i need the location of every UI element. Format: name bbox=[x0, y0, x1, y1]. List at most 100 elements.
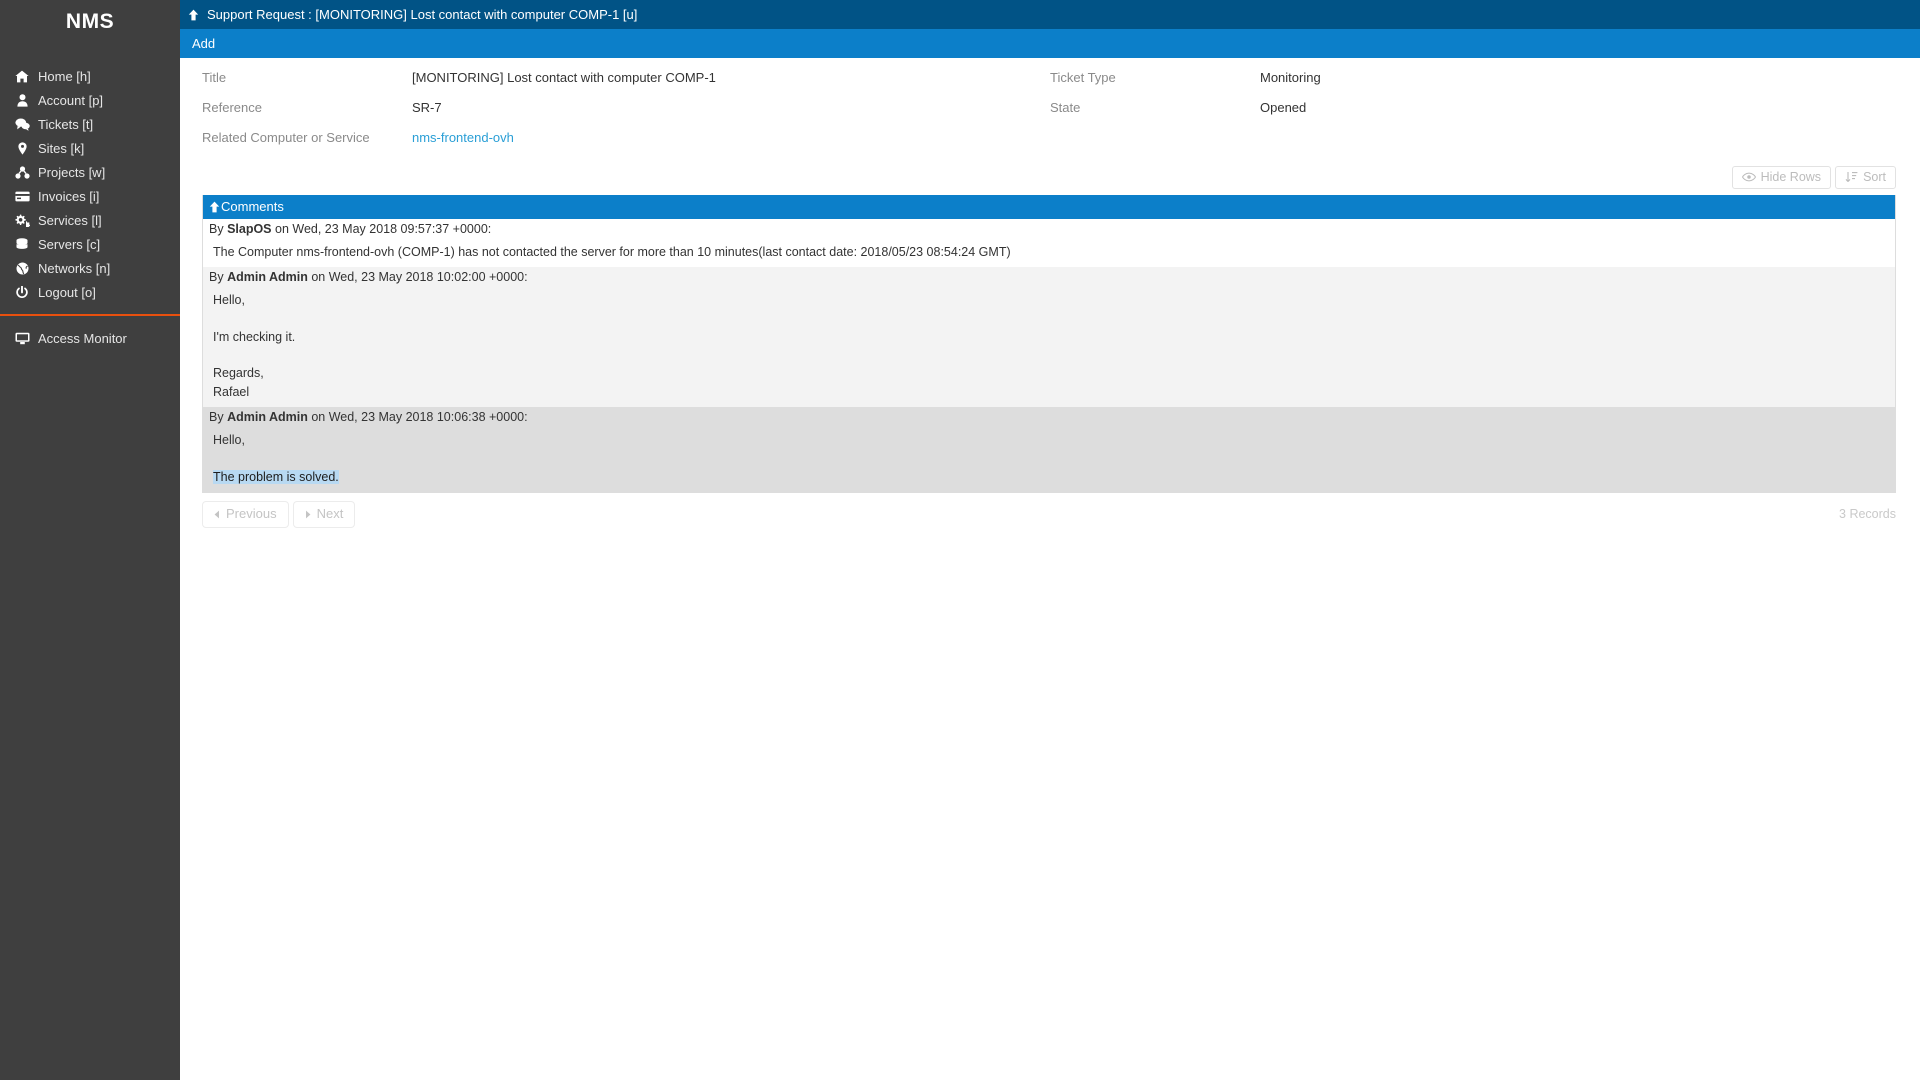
record-count: 3 Records bbox=[1839, 507, 1896, 522]
sort-button[interactable]: Sort bbox=[1835, 166, 1896, 189]
sidebar-item-projects-w[interactable]: Projects [w] bbox=[0, 160, 180, 184]
sidebar-nav-secondary: Access Monitor bbox=[0, 326, 180, 350]
credit-card-icon bbox=[10, 191, 34, 202]
sidebar-item-home-h[interactable]: Home [h] bbox=[0, 64, 180, 88]
action-bar: Add bbox=[180, 29, 1920, 58]
sidebar-item-label: Sites [k] bbox=[38, 140, 85, 156]
next-label: Next bbox=[316, 506, 344, 522]
arrow-up-icon bbox=[188, 9, 199, 21]
sidebar: NMS Home [h] Account [p] Tickets [t] Sites … bbox=[0, 0, 180, 1080]
sidebar-item-label: Networks [n] bbox=[38, 260, 111, 276]
sort-icon bbox=[1845, 171, 1858, 183]
sidebar-item-label: Servers [c] bbox=[38, 236, 101, 252]
comment-date: on Wed, 23 May 2018 10:02:00 +0000: bbox=[307, 269, 528, 284]
monitor-icon bbox=[10, 332, 34, 345]
comments-list: By SlapOS on Wed, 23 May 2018 09:57:37 +… bbox=[203, 218, 1895, 493]
page-title: Support Request : [MONITORING] Lost cont… bbox=[207, 7, 638, 22]
comment-entry: By Admin Admin on Wed, 23 May 2018 10:06… bbox=[203, 407, 1895, 493]
comment-date: on Wed, 23 May 2018 10:06:38 +0000: bbox=[307, 410, 528, 425]
comment-body: Hello, The problem is solved. bbox=[203, 427, 1895, 493]
eye-icon bbox=[1741, 172, 1756, 182]
field-value-link[interactable]: nms-frontend-ovh bbox=[412, 130, 514, 145]
comment-prefix: By bbox=[209, 410, 228, 425]
sidebar-item-label: Account [p] bbox=[38, 92, 104, 108]
field-column-left: Title [MONITORING] Lost contact with comp… bbox=[202, 70, 1050, 160]
caret-right-icon bbox=[305, 510, 311, 519]
database-icon bbox=[10, 237, 34, 251]
field-value: Monitoring bbox=[1260, 70, 1321, 85]
comment-prefix: By bbox=[209, 269, 228, 284]
field-row: Related Computer or Service nms-frontend-… bbox=[202, 130, 1050, 160]
comment-body-text: Hello, I'm checking it. Regards, Rafael bbox=[213, 292, 296, 399]
content-area: Support Request : [MONITORING] Lost cont… bbox=[180, 0, 1920, 1080]
sidebar-item-account-p[interactable]: Account [p] bbox=[0, 88, 180, 112]
sort-label: Sort bbox=[1863, 170, 1886, 184]
comment-meta: By Admin Admin on Wed, 23 May 2018 10:06… bbox=[203, 407, 1895, 428]
comments-icon bbox=[10, 118, 34, 131]
sidebar-item-services-l[interactable]: Services [l] bbox=[0, 208, 180, 232]
sidebar-divider bbox=[0, 314, 180, 316]
cogs-icon bbox=[10, 214, 34, 227]
field-label: Reference bbox=[202, 100, 262, 115]
comment-author: Admin Admin bbox=[227, 269, 308, 284]
sidebar-item-networks-n[interactable]: Networks [n] bbox=[0, 256, 180, 280]
comment-body: Hello, I'm checking it. Regards, Rafael bbox=[203, 286, 1895, 408]
pagination-buttons: Previous Next bbox=[202, 501, 356, 528]
hide-rows-label: Hide Rows bbox=[1760, 170, 1822, 184]
home-icon bbox=[10, 70, 34, 83]
sitemap-icon bbox=[10, 165, 34, 179]
map-marker-icon bbox=[10, 141, 34, 155]
caret-left-icon bbox=[214, 510, 220, 519]
previous-button[interactable]: Previous bbox=[202, 501, 289, 528]
comments-title: Comments bbox=[221, 199, 284, 214]
comment-body-text: The Computer nms-frontend-ovh (COMP-1) h… bbox=[213, 244, 1011, 259]
field-label: State bbox=[1050, 100, 1081, 115]
sidebar-item-label: Home [h] bbox=[38, 68, 91, 84]
comments-panel: Comments By SlapOS on Wed, 23 May 2018 0… bbox=[202, 194, 1896, 494]
field-column-right: Ticket Type Monitoring State Opened bbox=[1050, 70, 1898, 160]
sidebar-item-servers-c[interactable]: Servers [c] bbox=[0, 232, 180, 256]
sidebar-item-label: Logout [o] bbox=[38, 284, 96, 300]
add-button[interactable]: Add bbox=[188, 36, 219, 51]
sidebar-item-label: Invoices [i] bbox=[38, 188, 100, 204]
field-label: Related Computer or Service bbox=[202, 130, 370, 145]
sidebar-item-label: Projects [w] bbox=[38, 164, 106, 180]
sidebar-item-label: Services [l] bbox=[38, 212, 102, 228]
sidebar-item-sites-k[interactable]: Sites [k] bbox=[0, 136, 180, 160]
sidebar-item-label: Access Monitor bbox=[38, 330, 127, 346]
page-header: Support Request : [MONITORING] Lost cont… bbox=[180, 0, 1920, 29]
field-grid: Title [MONITORING] Lost contact with comp… bbox=[180, 58, 1920, 160]
field-value: SR-7 bbox=[412, 100, 442, 115]
comments-header[interactable]: Comments bbox=[203, 194, 1895, 219]
sidebar-nav: Home [h] Account [p] Tickets [t] Sites [k] P… bbox=[0, 64, 180, 304]
previous-label: Previous bbox=[226, 506, 277, 522]
sidebar-item-access-monitor[interactable]: Access Monitor bbox=[0, 326, 180, 350]
app-root: NMS Home [h] Account [p] Tickets [t] Sites … bbox=[0, 0, 1920, 1080]
globe-icon bbox=[10, 262, 34, 275]
comment-prefix: By bbox=[209, 221, 228, 236]
comment-author: SlapOS bbox=[227, 221, 272, 236]
comment-date: on Wed, 23 May 2018 09:57:37 +0000: bbox=[271, 221, 492, 236]
sidebar-item-tickets-t[interactable]: Tickets [t] bbox=[0, 112, 180, 136]
field-label: Title bbox=[202, 70, 227, 85]
brand-title: NMS bbox=[65, 10, 115, 33]
hide-rows-button[interactable]: Hide Rows bbox=[1731, 166, 1832, 189]
comment-meta: By Admin Admin on Wed, 23 May 2018 10:02… bbox=[203, 266, 1895, 287]
list-toolbar: Hide Rows Sort bbox=[180, 160, 1920, 195]
field-value: [MONITORING] Lost contact with computer … bbox=[412, 70, 716, 85]
comment-body-selected-text: The problem is solved. bbox=[213, 469, 339, 484]
field-row: Reference SR-7 bbox=[202, 100, 1050, 130]
power-off-icon bbox=[10, 285, 34, 299]
comment-body: The Computer nms-frontend-ovh (COMP-1) h… bbox=[203, 239, 1895, 267]
comment-entry: By SlapOS on Wed, 23 May 2018 09:57:37 +… bbox=[203, 218, 1895, 267]
field-value: Opened bbox=[1260, 100, 1307, 115]
arrow-up-icon bbox=[209, 201, 220, 213]
next-button[interactable]: Next bbox=[292, 501, 356, 528]
sidebar-item-invoices-i[interactable]: Invoices [i] bbox=[0, 184, 180, 208]
field-label: Ticket Type bbox=[1050, 70, 1116, 85]
sidebar-item-logout-o[interactable]: Logout [o] bbox=[0, 280, 180, 304]
comment-author: Admin Admin bbox=[227, 410, 308, 425]
comment-entry: By Admin Admin on Wed, 23 May 2018 10:02… bbox=[203, 266, 1895, 408]
pagination: Previous Next 3 Records bbox=[202, 493, 1896, 535]
user-icon bbox=[10, 93, 34, 107]
